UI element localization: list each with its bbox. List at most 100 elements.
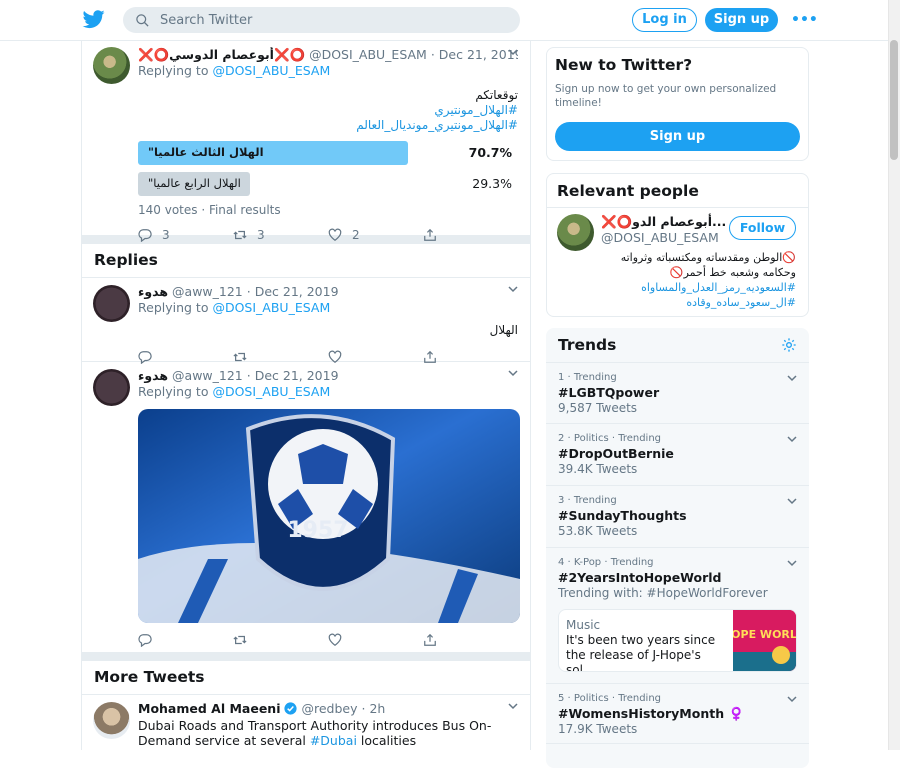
- follow-button[interactable]: Follow: [729, 216, 796, 240]
- chevron-down-icon[interactable]: [787, 434, 797, 444]
- avatar[interactable]: [93, 369, 130, 406]
- trend-item[interactable]: 1 · Trending #LGBTQpower 9,587 Tweets: [546, 363, 809, 424]
- search-box[interactable]: [123, 7, 520, 33]
- trend-item[interactable]: 4 · K-Pop · Trending #2YearsIntoHopeWorl…: [546, 548, 809, 684]
- trend-meta: 3 · Trending: [558, 495, 617, 506]
- tweet-date[interactable]: Dec 21, 2019: [439, 47, 518, 62]
- retweet-icon: [233, 635, 247, 645]
- chevron-down-icon[interactable]: [508, 701, 518, 711]
- author-name[interactable]: هدوء: [138, 284, 168, 299]
- author-name[interactable]: Mohamed Al Maeeni: [138, 701, 281, 716]
- chevron-down-icon[interactable]: [787, 558, 797, 568]
- hashtag-link[interactable]: #الهلال_مونتيري: [434, 103, 518, 117]
- trend-name[interactable]: #LGBTQpower: [558, 384, 797, 401]
- person-bio: 🚫الوطن ومقدساته ومكتسباته وثرواته وحكامه…: [601, 250, 798, 310]
- hashtag-link[interactable]: #ال_سعود_ساده_وقاده: [686, 296, 796, 309]
- reply-context: Replying to @DOSI_ABU_ESAM: [138, 63, 518, 79]
- login-button[interactable]: Log in: [632, 8, 697, 32]
- share-icon: [424, 633, 436, 646]
- author-name[interactable]: ❌⭕️أبوعصام الدوسي❌⭕️: [138, 47, 305, 62]
- separator-dot: ·: [246, 368, 251, 383]
- tweet-text: توقعاتكم #الهلال_مونتيري #الهلال_مونتيري…: [138, 88, 518, 133]
- search-input[interactable]: [160, 12, 490, 28]
- trend-item[interactable]: 2 · Politics · Trending #DropOutBernie 3…: [546, 424, 809, 486]
- tweet-time[interactable]: 2h: [369, 701, 385, 716]
- card-thumbnail: HOPE WORLD: [722, 610, 796, 671]
- avatar[interactable]: [93, 285, 130, 322]
- scrollbar[interactable]: [888, 0, 900, 750]
- reply-icon: [138, 634, 152, 647]
- main-column: ❌⭕️أبوعصام الدوسي❌⭕️ @DOSI_ABU_ESAM · De…: [81, 41, 531, 750]
- trend-name[interactable]: #WomensHistoryMonth ♀️: [558, 705, 797, 722]
- trend-name[interactable]: #SundayThoughts: [558, 507, 797, 524]
- tweet-actions: [138, 625, 518, 655]
- author-handle[interactable]: @aww_121: [172, 284, 243, 299]
- reply-handle-link[interactable]: @DOSI_ABU_ESAM: [212, 63, 330, 78]
- hashtag-link[interactable]: #Dubai: [310, 733, 357, 748]
- scrollbar-thumb[interactable]: [890, 40, 898, 160]
- trend-name[interactable]: #2YearsIntoHopeWorld: [558, 569, 797, 586]
- reply-handle-link[interactable]: @DOSI_ABU_ESAM: [212, 300, 330, 315]
- trend-news-card[interactable]: Music It's been two years since the rele…: [558, 609, 797, 672]
- retweet-button[interactable]: [233, 633, 328, 647]
- hashtag-link[interactable]: #الهلال_مونتيري_مونديال_العالم: [356, 118, 518, 132]
- poll-option-label: الهلال الرابع عالميا": [148, 176, 241, 190]
- trend-count: 53.8K Tweets: [558, 524, 638, 538]
- avatar[interactable]: [93, 702, 130, 739]
- like-button[interactable]: [328, 633, 423, 647]
- al-hilal-flag-image: 1957: [138, 409, 520, 623]
- tweet-actions: 3 3 2: [138, 220, 518, 250]
- trend-item[interactable]: 3 · Trending #SundayThoughts 53.8K Tweet…: [546, 486, 809, 548]
- retweet-button[interactable]: 3: [233, 228, 328, 242]
- card-category: Music: [566, 618, 601, 632]
- chevron-down-icon[interactable]: [787, 694, 797, 704]
- separator-dot: ·: [246, 284, 251, 299]
- tweet-image[interactable]: 1957: [138, 409, 520, 623]
- avatar[interactable]: [93, 47, 130, 84]
- reply-button[interactable]: 3: [138, 228, 233, 242]
- chevron-down-icon[interactable]: [787, 496, 797, 506]
- poll-option-percent: 29.3%: [472, 176, 512, 191]
- reply-prefix: Replying to: [138, 384, 209, 399]
- author-handle[interactable]: @aww_121: [172, 368, 243, 383]
- poll-option-percent: 70.7%: [468, 145, 512, 160]
- share-button[interactable]: [423, 633, 518, 647]
- tweet-date[interactable]: Dec 21, 2019: [255, 284, 339, 299]
- retweet-count: 3: [257, 228, 265, 242]
- heart-icon: [328, 228, 342, 241]
- reply-handle-link[interactable]: @DOSI_ABU_ESAM: [212, 384, 330, 399]
- chevron-down-icon[interactable]: [508, 47, 518, 57]
- suggested-tweet[interactable]: Mohamed Al Maeeni @redbey · 2h Dubai Roa…: [82, 695, 530, 750]
- chevron-down-icon[interactable]: [787, 373, 797, 383]
- author-handle[interactable]: @redbey: [301, 701, 357, 716]
- avatar[interactable]: [557, 214, 594, 251]
- share-button[interactable]: [423, 228, 518, 242]
- author-handle[interactable]: @DOSI_ABU_ESAM: [309, 47, 427, 62]
- reply-prefix: Replying to: [138, 63, 209, 78]
- reply-button[interactable]: [138, 633, 233, 647]
- reply-tweet[interactable]: هدوء @aww_121 · Dec 21, 2019 Replying to…: [82, 278, 530, 364]
- poll-option: الهلال الثالث عالميا" 70.7%: [138, 141, 520, 165]
- reply-tweet[interactable]: هدوء @aww_121 · Dec 21, 2019 Replying to…: [82, 362, 530, 653]
- hashtag-link[interactable]: #السعوديه_رمز_العدل_والمساواه: [641, 281, 796, 294]
- relevant-people-title: Relevant people: [547, 174, 808, 208]
- more-tweets-heading: More Tweets: [82, 653, 530, 695]
- trend-item[interactable]: 5 · Politics · Trending #WomensHistoryMo…: [546, 684, 809, 744]
- reply-context: Replying to @DOSI_ABU_ESAM: [138, 300, 518, 316]
- author-name[interactable]: هدوء: [138, 368, 168, 383]
- relevant-person[interactable]: ❌⭕️أبوعصام الدو... @DOSI_ABU_ESAM Follow…: [547, 208, 808, 310]
- tweet-date[interactable]: Dec 21, 2019: [255, 368, 339, 383]
- reply-icon: [138, 229, 152, 242]
- chevron-down-icon[interactable]: [508, 368, 518, 378]
- separator-dot: ·: [361, 701, 366, 716]
- like-button[interactable]: 2: [328, 228, 423, 242]
- signup-button[interactable]: Sign up: [705, 8, 778, 32]
- more-menu-icon[interactable]: •••: [791, 12, 818, 28]
- main-tweet[interactable]: ❌⭕️أبوعصام الدوسي❌⭕️ @DOSI_ABU_ESAM · De…: [82, 41, 530, 242]
- twitter-logo-icon[interactable]: [82, 8, 106, 30]
- chevron-down-icon[interactable]: [508, 284, 518, 294]
- gear-icon[interactable]: [781, 337, 797, 353]
- card-text: Music It's been two years since the rele…: [566, 618, 726, 671]
- trend-name[interactable]: #DropOutBernie: [558, 445, 797, 462]
- panel-signup-button[interactable]: Sign up: [555, 122, 800, 151]
